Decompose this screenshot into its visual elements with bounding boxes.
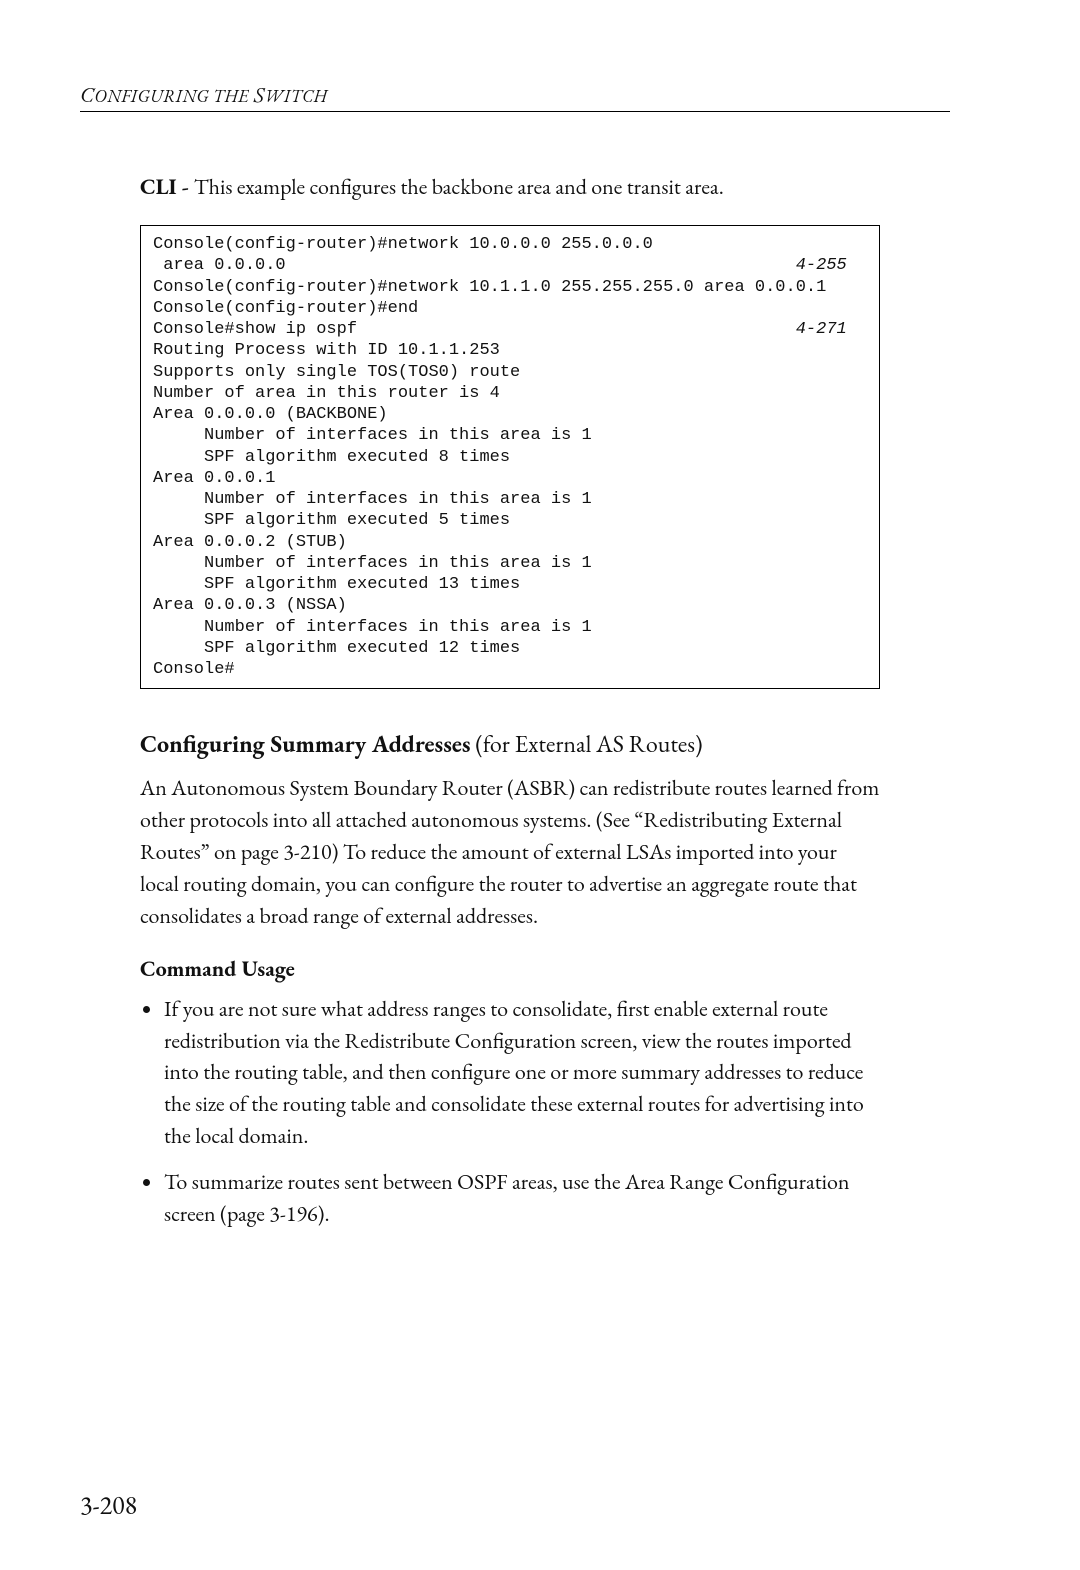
command-usage-heading: Command Usage — [140, 954, 880, 983]
section-title: Configuring Summary Addresses — [140, 729, 470, 760]
list-item: If you are not sure what address ranges … — [164, 993, 880, 1152]
intro-paragraph: CLI - This example configures the backbo… — [140, 172, 880, 201]
intro-text: This example configures the backbone are… — [194, 172, 724, 201]
intro-lead: CLI - — [140, 172, 194, 201]
bullet-list: If you are not sure what address ranges … — [140, 993, 880, 1230]
page: CONFIGURING THE SWITCH CLI - This exampl… — [0, 0, 1080, 1570]
running-header: CONFIGURING THE SWITCH — [80, 80, 950, 112]
section-body: An Autonomous System Boundary Router (AS… — [140, 772, 880, 931]
section-subtitle: (for External AS Routes) — [470, 729, 702, 760]
list-item: To summarize routes sent between OSPF ar… — [164, 1166, 880, 1230]
cli-code-block: Console(config-router)#network 10.0.0.0 … — [140, 225, 880, 689]
content-block: CLI - This example configures the backbo… — [140, 172, 880, 1230]
page-number: 3-208 — [80, 1488, 137, 1522]
section-heading: Configuring Summary Addresses (for Exter… — [140, 729, 880, 760]
